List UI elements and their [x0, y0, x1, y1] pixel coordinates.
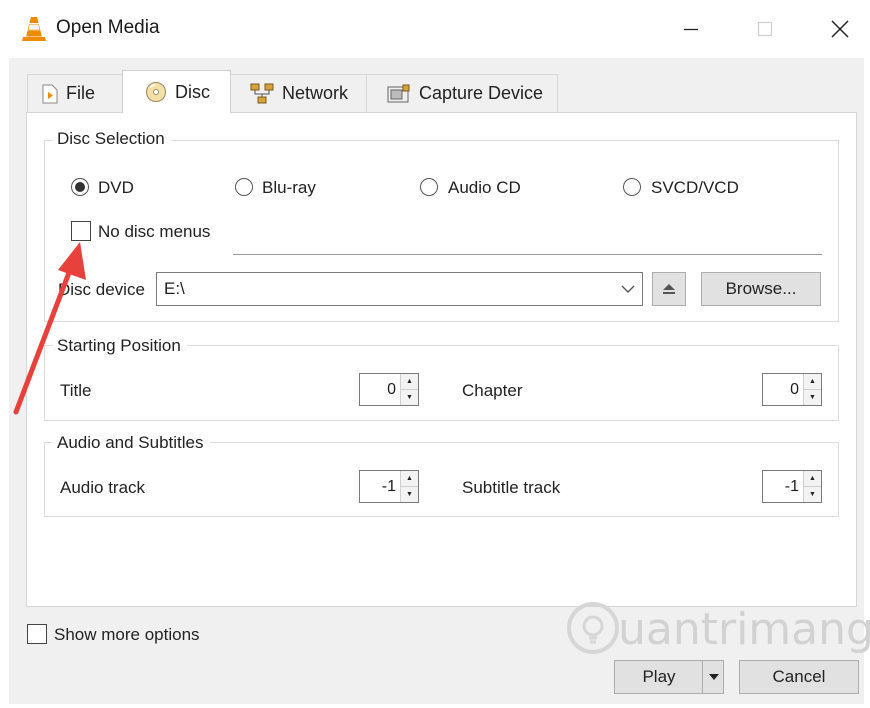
- tab-disc-label: Disc: [175, 81, 210, 102]
- starting-position-group: [44, 345, 839, 421]
- network-icon: [250, 83, 274, 105]
- play-dropdown-button[interactable]: [702, 661, 724, 693]
- tab-capture-device-label: Capture Device: [419, 83, 544, 103]
- disc-device-combobox[interactable]: E:\: [156, 272, 643, 306]
- svcd-vcd-label: SVCD/VCD: [651, 178, 739, 197]
- subtitle-track-spinbox[interactable]: -1 ▲ ▼: [762, 470, 822, 503]
- close-icon: [831, 20, 849, 38]
- no-disc-menus-label: No disc menus: [98, 222, 211, 241]
- show-more-options-label: Show more options: [54, 625, 200, 644]
- disc-selection-label: Disc Selection: [53, 129, 171, 149]
- eject-icon: [663, 284, 675, 294]
- file-icon: [42, 84, 58, 104]
- spin-down-icon[interactable]: ▼: [401, 389, 418, 405]
- subtitle-track-label: Subtitle track: [462, 478, 561, 497]
- chapter-spinbox[interactable]: 0 ▲ ▼: [762, 373, 822, 406]
- play-button-label: Play: [642, 667, 676, 686]
- tab-file-label: File: [66, 83, 96, 103]
- maximize-icon: [757, 21, 773, 37]
- disc-device-value: E:\: [164, 279, 185, 298]
- spin-up-icon[interactable]: ▲: [401, 471, 418, 486]
- chapter-value: 0: [790, 380, 799, 398]
- spin-down-icon[interactable]: ▼: [804, 486, 821, 502]
- watermark-text: uantrimang: [618, 604, 870, 655]
- cancel-button[interactable]: Cancel: [739, 660, 859, 694]
- blu-ray-radio[interactable]: [235, 178, 253, 196]
- tab-network[interactable]: Network: [230, 74, 367, 112]
- show-more-options-checkbox[interactable]: [27, 624, 47, 644]
- audio-subtitles-group: [44, 442, 839, 517]
- eject-button[interactable]: [652, 272, 686, 306]
- audio-track-value: -1: [381, 477, 396, 495]
- title-value: 0: [387, 380, 396, 398]
- audio-subtitles-label: Audio and Subtitles: [53, 433, 210, 453]
- disc-icon: [145, 81, 167, 103]
- maximize-button[interactable]: [745, 10, 785, 48]
- svcd-vcd-radio[interactable]: [623, 178, 641, 196]
- subtitle-track-value: -1: [784, 477, 799, 495]
- audio-track-label: Audio track: [60, 478, 146, 497]
- watermark-logo-icon: [565, 600, 621, 656]
- browse-button[interactable]: Browse...: [701, 272, 821, 306]
- radio-selected-dot: [75, 182, 85, 192]
- tab-disc[interactable]: Disc: [122, 70, 231, 113]
- vlc-logo-icon: [20, 15, 48, 43]
- title-spinbox[interactable]: 0 ▲ ▼: [359, 373, 419, 406]
- dvd-radio[interactable]: [71, 178, 89, 196]
- tab-capture-device[interactable]: Capture Device: [366, 74, 558, 112]
- minimize-icon: [684, 28, 698, 31]
- spin-up-icon[interactable]: ▲: [804, 374, 821, 389]
- blu-ray-label: Blu-ray: [262, 178, 316, 197]
- tab-file[interactable]: File: [27, 74, 123, 112]
- spin-down-icon[interactable]: ▼: [804, 389, 821, 405]
- spin-up-icon[interactable]: ▲: [401, 374, 418, 389]
- chevron-down-icon[interactable]: [614, 285, 642, 293]
- spin-up-icon[interactable]: ▲: [804, 471, 821, 486]
- window-title: Open Media: [56, 17, 160, 38]
- separator-line: [233, 254, 822, 255]
- spin-down-icon[interactable]: ▼: [401, 486, 418, 502]
- dvd-label: DVD: [98, 178, 134, 197]
- tab-network-label: Network: [282, 83, 349, 103]
- close-button[interactable]: [820, 10, 860, 48]
- chapter-label: Chapter: [462, 381, 523, 400]
- audio-cd-radio[interactable]: [420, 178, 438, 196]
- audio-track-spinbox[interactable]: -1 ▲ ▼: [359, 470, 419, 503]
- annotation-arrow-icon: [13, 242, 86, 415]
- minimize-button[interactable]: [671, 10, 711, 48]
- dropdown-arrow-icon: [708, 674, 719, 680]
- audio-cd-label: Audio CD: [448, 178, 521, 197]
- capture-device-icon: [387, 84, 411, 104]
